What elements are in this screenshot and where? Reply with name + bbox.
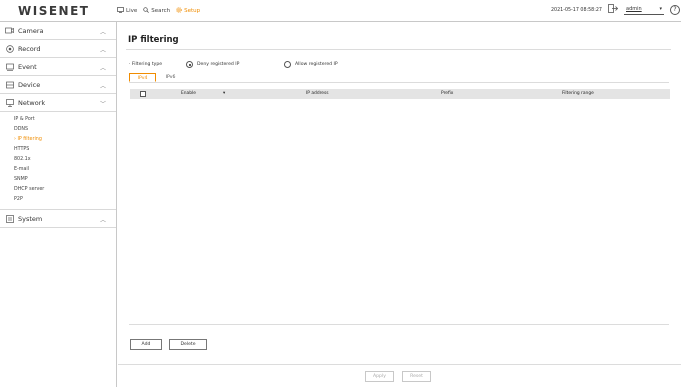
chevron-up-icon: ︿: [99, 65, 106, 72]
device-icon: [5, 80, 14, 89]
filtering-type-text: Filtering type: [131, 62, 163, 67]
caret-down-icon[interactable]: ▾: [223, 91, 225, 96]
delete-button[interactable]: Delete: [169, 339, 207, 350]
user-name: admin: [626, 6, 642, 12]
table-header: Enable ▾ IP address Prefix Filtering ran…: [130, 89, 670, 99]
chevron-up-icon: ︿: [99, 47, 106, 54]
reset-button[interactable]: Reset: [402, 371, 431, 382]
live-button[interactable]: Live: [117, 7, 137, 15]
submenu-item-snmp[interactable]: SNMP: [14, 175, 116, 185]
submenu-item-email[interactable]: E-mail: [14, 165, 116, 175]
live-label: Live: [126, 8, 138, 14]
submenu-item-dhcp-server[interactable]: DHCP server: [14, 185, 116, 195]
gear-icon: [176, 7, 182, 15]
column-enable: Enable: [181, 91, 196, 96]
top-right-controls: admin ▾ ?: [608, 4, 680, 15]
page-title: IP filtering: [128, 35, 179, 45]
chevron-up-icon: ︿: [99, 29, 106, 36]
select-all-checkbox[interactable]: [140, 91, 146, 97]
divider: [129, 82, 669, 83]
sidebar-item-event[interactable]: Event ︿: [0, 58, 116, 76]
allow-registered-ip-radio[interactable]: Allow registered IP: [284, 61, 338, 68]
setup-label: Setup: [184, 8, 201, 14]
submenu-item-8021x[interactable]: 802.1x: [14, 155, 116, 165]
deny-registered-ip-label: Deny registered IP: [197, 62, 240, 67]
sidebar-item-network[interactable]: Network ﹀: [0, 94, 116, 112]
main-content: IP filtering · Filtering type Deny regis…: [118, 22, 681, 387]
submenu-item-ip-port[interactable]: IP & Port: [14, 115, 116, 125]
search-icon: [143, 7, 150, 15]
submenu-item-ddns[interactable]: DDNS: [14, 125, 116, 135]
allow-registered-ip-label: Allow registered IP: [295, 62, 338, 67]
submenu-item-ip-filtering[interactable]: › IP filtering: [14, 135, 116, 145]
add-button[interactable]: Add: [130, 339, 162, 350]
sidebar: Camera ︿ Record ︿ Event ︿ Device ︿ Netwo…: [0, 22, 117, 387]
radio-unselected-icon: [284, 61, 291, 68]
network-icon: [5, 98, 14, 107]
apply-button[interactable]: Apply: [365, 371, 394, 382]
top-nav: Live Search Setup: [117, 7, 200, 15]
setup-button[interactable]: Setup: [176, 7, 200, 15]
sidebar-item-label: System: [18, 214, 43, 223]
search-button[interactable]: Search: [143, 7, 170, 15]
column-prefix: Prefix: [441, 91, 454, 96]
sidebar-item-label: Event: [18, 62, 37, 71]
top-bar: WISENET Live Search Setup 2021-05-17 08:…: [0, 0, 681, 22]
submenu-item-p2p[interactable]: P2P: [14, 195, 116, 205]
event-icon: [5, 62, 14, 71]
column-ip-address: IP address: [306, 91, 329, 96]
radio-selected-icon: [186, 61, 193, 68]
sidebar-item-label: Camera: [18, 26, 44, 35]
camera-icon: [5, 26, 14, 35]
submenu-item-label: IP filtering: [17, 137, 42, 142]
search-label: Search: [151, 8, 171, 14]
sidebar-item-record[interactable]: Record ︿: [0, 40, 116, 58]
sidebar-item-device[interactable]: Device ︿: [0, 76, 116, 94]
chevron-up-icon: ︿: [99, 83, 106, 90]
user-select[interactable]: admin ▾: [624, 4, 664, 15]
ip-version-tabs: IPv4 IPv6: [129, 73, 184, 82]
chevron-down-icon: ﹀: [99, 101, 106, 108]
tab-ipv6[interactable]: IPv6: [157, 73, 184, 82]
tab-ipv4[interactable]: IPv4: [129, 73, 156, 82]
filtering-type-label: · Filtering type: [129, 62, 163, 67]
divider: [118, 364, 681, 365]
sidebar-item-label: Network: [18, 98, 46, 107]
help-icon[interactable]: ?: [670, 4, 680, 15]
column-filtering-range: Filtering range: [562, 91, 594, 96]
sidebar-item-label: Record: [18, 44, 41, 53]
logout-icon[interactable]: [608, 4, 619, 15]
monitor-icon: [117, 7, 124, 15]
caret-down-icon: ▾: [659, 6, 662, 12]
chevron-up-icon: ︿: [99, 217, 106, 224]
sidebar-item-label: Device: [18, 80, 41, 89]
divider: [126, 49, 671, 50]
submenu-item-https[interactable]: HTTPS: [14, 145, 116, 155]
wisenet-logo: WISENET: [18, 4, 90, 18]
deny-registered-ip-radio[interactable]: Deny registered IP: [186, 61, 239, 68]
sidebar-item-system[interactable]: System ︿: [0, 210, 116, 228]
network-submenu: IP & Port DDNS › IP filtering HTTPS 802.…: [0, 112, 116, 210]
record-icon: [5, 44, 14, 53]
system-icon: [5, 214, 14, 223]
sidebar-item-camera[interactable]: Camera ︿: [0, 22, 116, 40]
divider: [129, 324, 669, 325]
datetime-display: 2021-05-17 08:58:27: [551, 8, 602, 13]
